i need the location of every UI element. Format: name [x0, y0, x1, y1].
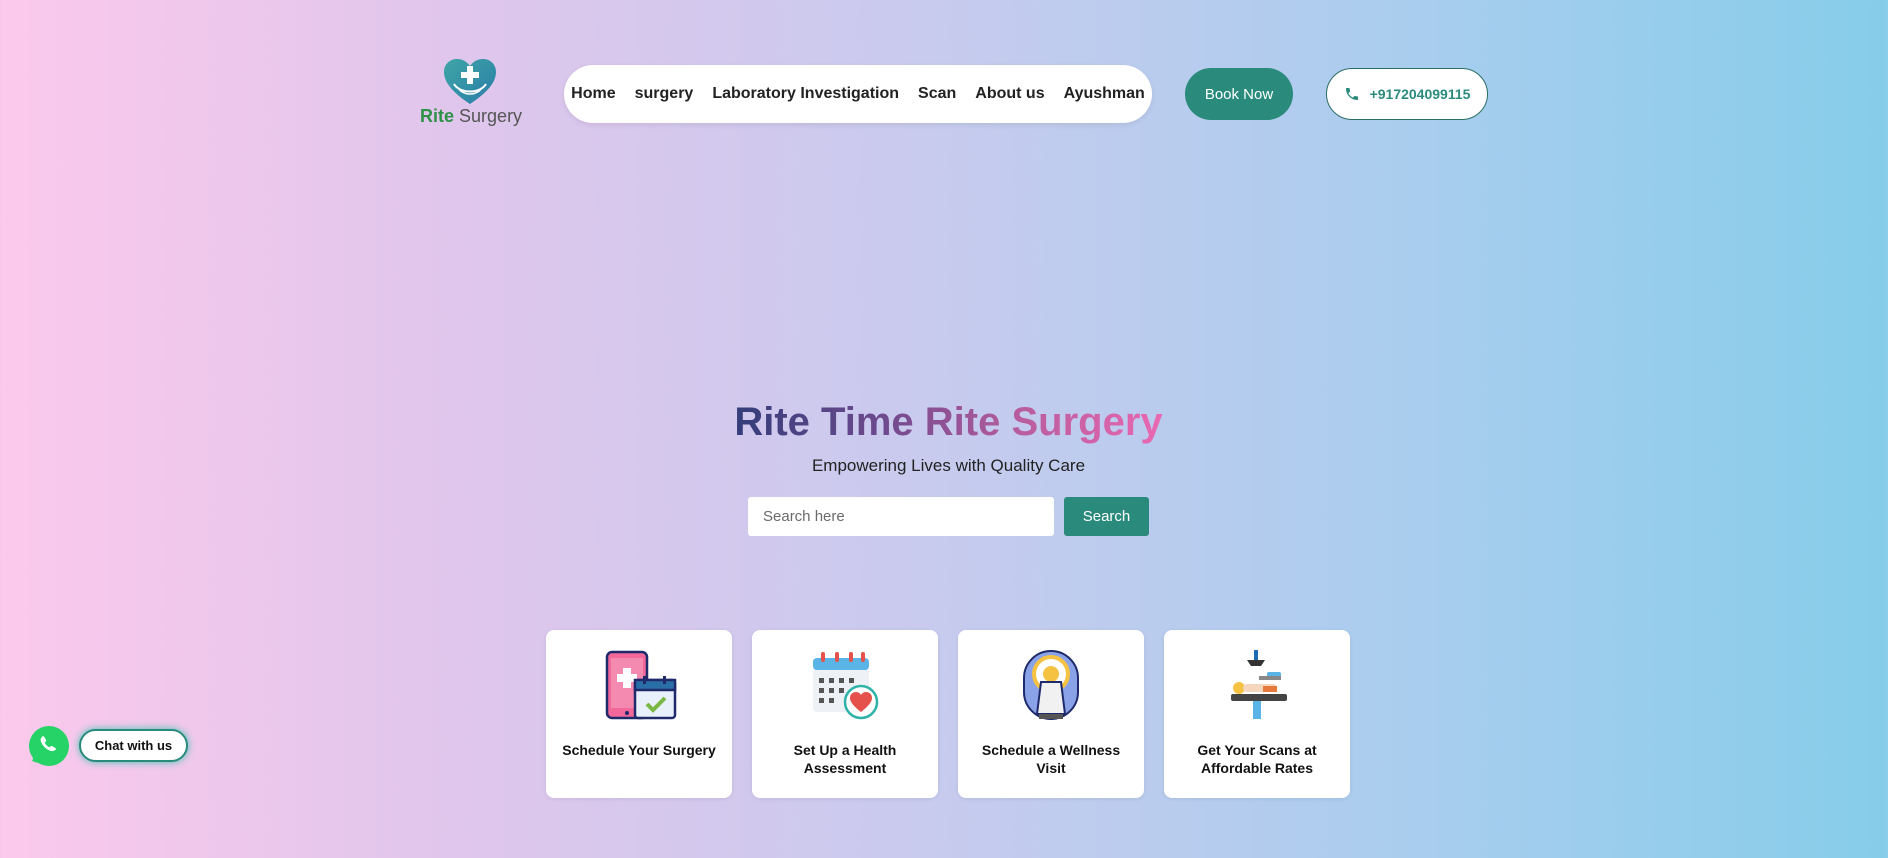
- brand-logo[interactable]: Rite Surgery: [420, 58, 522, 128]
- search-button[interactable]: Search: [1064, 497, 1149, 536]
- brand-name: Rite Surgery: [420, 106, 522, 127]
- phone-calendar-icon: [605, 650, 677, 720]
- nav-item-ayushman[interactable]: Ayushman: [1064, 85, 1145, 103]
- nav-item-scan[interactable]: Scan: [918, 85, 956, 103]
- card-label: Schedule a Wellness Visit: [981, 742, 1121, 776]
- book-now-button[interactable]: Book Now: [1185, 68, 1293, 120]
- card-wellness-visit[interactable]: Schedule a Wellness Visit: [958, 630, 1144, 798]
- hero-title: Rite Time Rite Surgery: [0, 400, 1888, 445]
- hero-title-text: Rite Time Rite Surgery: [734, 400, 1163, 444]
- phone-button[interactable]: +917204099115: [1326, 68, 1488, 120]
- brand-name-part1: Rite: [420, 106, 455, 126]
- card-label: Schedule Your Surgery: [562, 742, 716, 758]
- phone-icon: [1345, 88, 1358, 100]
- search-input[interactable]: [748, 497, 1054, 536]
- whatsapp-icon[interactable]: [27, 724, 71, 768]
- card-affordable-scans[interactable]: Get Your Scans at Affordable Rates: [1164, 630, 1350, 798]
- nav-item-about-us[interactable]: About us: [975, 85, 1044, 103]
- card-label: Get Your Scans at Affordable Rates: [1197, 742, 1317, 776]
- operating-table-icon: [1231, 650, 1287, 719]
- card-label: Set Up a Health Assessment: [793, 742, 897, 776]
- card-schedule-surgery[interactable]: Schedule Your Surgery: [546, 630, 732, 798]
- heart-cross-logo-icon: [444, 59, 496, 104]
- nav-item-laboratory-investigation[interactable]: Laboratory Investigation: [712, 85, 899, 103]
- hero-subtitle: Empowering Lives with Quality Care: [811, 456, 1086, 475]
- nav-item-surgery[interactable]: surgery: [635, 85, 694, 103]
- nav-item-home[interactable]: Home: [571, 85, 615, 103]
- mri-scanner-icon: [1023, 650, 1079, 720]
- main-nav: Home surgery Laboratory Investigation Sc…: [564, 65, 1152, 123]
- card-health-assessment[interactable]: Set Up a Health Assessment: [752, 630, 938, 798]
- brand-name-part2: Surgery: [459, 106, 523, 126]
- chat-with-us-button[interactable]: Chat with us: [79, 729, 188, 762]
- calendar-heart-icon: [813, 652, 879, 720]
- phone-number: +917204099115: [1369, 86, 1471, 102]
